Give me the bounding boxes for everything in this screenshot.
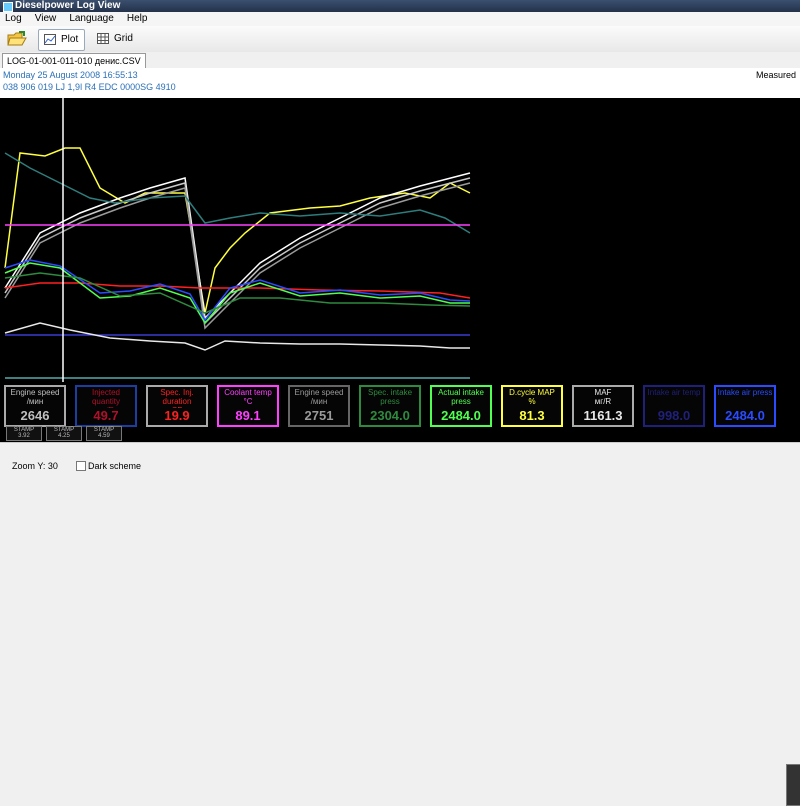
stamp-2[interactable]: STAMP 4.59 [86, 426, 122, 441]
series-line-2 [4, 177, 471, 325]
menu-log[interactable]: Log [0, 12, 27, 26]
menu-bar: Log View Language Help [0, 12, 800, 27]
gauge-value: 2751 [304, 408, 334, 423]
gauge-value: 2646 [20, 408, 50, 423]
gauge-0[interactable]: Engine speed/мин 2646 [4, 385, 66, 427]
grid-icon [97, 33, 109, 44]
open-folder-button[interactable] [6, 30, 28, 48]
gauge-value: 49.7 [93, 408, 119, 423]
stamp-value: 4.25 [58, 433, 70, 439]
gauge-value: 81.3 [519, 408, 545, 423]
menu-help[interactable]: Help [122, 12, 153, 26]
series-line-7 [4, 262, 470, 325]
gauge-value: 998.0 [657, 408, 691, 423]
gauge-10[interactable]: Intake air press 2484.0 [714, 385, 776, 427]
gauge-9[interactable]: Intake air temp 998.0 [643, 385, 705, 427]
gauge-label: Coolant temp °C [224, 388, 272, 406]
gauge-label: Engine speed/мин [294, 388, 344, 406]
gauge-1[interactable]: Injected quantityмг/R49.7 [75, 385, 137, 427]
grid-label: Grid [114, 33, 133, 44]
app-icon [3, 2, 13, 12]
stamp-value: 4.59 [98, 433, 110, 439]
gauge-scrollbar[interactable] [786, 764, 800, 806]
gauge-label: D.cycle MAP% [509, 388, 555, 406]
gauge-value: 1161.3 [583, 408, 623, 423]
menu-language[interactable]: Language [64, 12, 119, 26]
gauge-label: Intake air press [717, 388, 773, 397]
dark-scheme-checkbox[interactable] [76, 461, 86, 471]
title-bar: Dieselpower Log View [0, 0, 800, 12]
log-date: Monday 25 August 2008 16:55:13 [3, 70, 138, 80]
gauge-value: 19.9 [164, 408, 190, 423]
status-bar: Zoom Y: 30 Dark scheme [0, 442, 800, 471]
gauge-label: Spec. Inj. durationCF [160, 388, 194, 408]
window-title: Dieselpower Log View [15, 0, 121, 11]
stamp-1[interactable]: STAMP 4.25 [46, 426, 82, 441]
gauge-value: 2304.0 [370, 408, 410, 423]
plot-button[interactable]: Plot [38, 29, 86, 51]
gauge-7[interactable]: D.cycle MAP% 81.3 [501, 385, 563, 427]
ecu-info: 038 906 019 LJ 1,9l R4 EDC 0000SG 4910 [3, 82, 176, 92]
gauge-value: 2484.0 [725, 408, 765, 423]
gauge-label: Spec. intake press [367, 388, 413, 406]
gauge-label: MAF мг/R [594, 388, 612, 406]
plot-icon [44, 34, 56, 45]
plot-label: Plot [61, 34, 79, 45]
gauge-label: Intake air temp [647, 388, 701, 397]
gauge-value: 2484.0 [441, 408, 481, 423]
series-line-11 [4, 322, 470, 351]
plot-area[interactable] [0, 98, 800, 382]
measured-label: Measured [755, 70, 796, 80]
toolbar: Plot Grid [0, 26, 800, 53]
file-tab[interactable]: LOG-01-001-011-010 денис.CSV [2, 53, 146, 68]
gauge-8[interactable]: MAF мг/R 1161.3 [572, 385, 634, 427]
gauge-bar: Engine speed/мин 2646 Injected quantityмг/… [0, 382, 800, 806]
gauge-label: Engine speed/мин [10, 388, 60, 406]
grid-button[interactable]: Grid [92, 29, 139, 49]
gauge-5[interactable]: Spec. intake press 2304.0 [359, 385, 421, 427]
gauge-4[interactable]: Engine speed/мин 2751 [288, 385, 350, 427]
gauge-3[interactable]: Coolant temp °C 89.1 [217, 385, 279, 427]
gauge-label: Actual intake press [438, 388, 484, 406]
menu-view[interactable]: View [30, 12, 62, 26]
file-tab-strip: LOG-01-001-011-010 денис.CSV [0, 52, 800, 69]
stamp-value: 3.92 [18, 433, 30, 439]
plot-canvas [4, 98, 471, 382]
gauge-label: Injected quantityмг/R [91, 388, 121, 408]
gauge-2[interactable]: Spec. Inj. durationCF19.9 [146, 385, 208, 427]
zoom-readout: Zoom Y: 30 [12, 461, 58, 471]
stamp-0[interactable]: STAMP 3.92 [6, 426, 42, 441]
gauge-6[interactable]: Actual intake press 2484.0 [430, 385, 492, 427]
dark-scheme-label: Dark scheme [88, 461, 142, 471]
series-line-3 [4, 182, 471, 330]
log-info-panel: Monday 25 August 2008 16:55:13 038 906 0… [0, 68, 800, 98]
open-folder-icon [7, 31, 27, 46]
gauge-value: 89.1 [235, 408, 261, 423]
